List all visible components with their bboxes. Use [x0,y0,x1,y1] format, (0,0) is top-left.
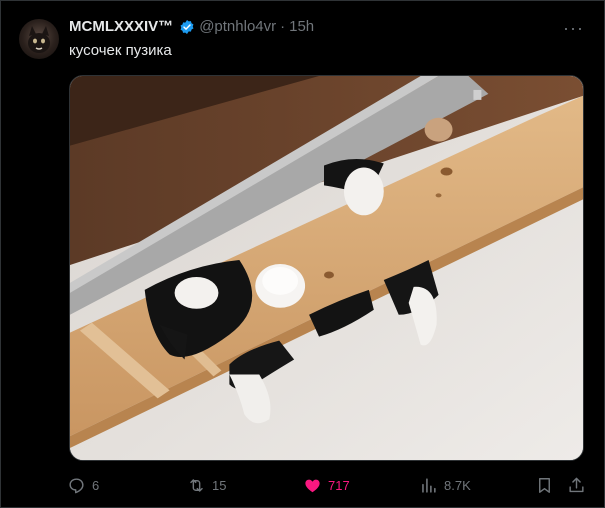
reply-count: 6 [92,477,100,493]
verified-icon [180,19,194,34]
handle[interactable]: @ptnhlo4vr [199,18,276,35]
bookmark-button[interactable] [535,473,554,497]
share-icon [569,477,584,492]
reply-button[interactable]: 6 [67,473,99,497]
like-count: 717 [328,477,350,493]
repost-count: 15 [212,477,227,493]
photo-cat-under-shelf [70,76,583,460]
like-icon [305,479,320,492]
bookmark-icon [539,477,550,493]
avatar[interactable] [19,19,59,59]
views-button[interactable]: 8.7K [419,473,471,497]
separator-dot: · [280,18,286,35]
tweet-header: MCMLXXXIV™ @ptnhlo4vr · 15h [69,18,544,35]
avatar-image [28,26,50,53]
display-name[interactable]: MCMLXXXIV™ [69,18,173,35]
reply-icon [69,477,84,493]
like-button[interactable]: 717 [303,473,350,497]
views-icon [422,477,436,493]
repost-icon [190,478,203,492]
tweet-card[interactable]: MCMLXXXIV™ @ptnhlo4vr · 15h ··· кусочек … [0,0,605,508]
share-button[interactable] [567,473,586,497]
more-icon[interactable]: ··· [563,19,584,37]
timestamp[interactable]: 15h [289,18,314,35]
views-count: 8.7K [444,477,471,493]
repost-button[interactable]: 15 [187,473,226,497]
action-bar: 6 15 717 8.7K [67,473,589,497]
tweet-photo[interactable] [69,75,584,461]
tweet-text: кусочек пузика [69,42,172,59]
